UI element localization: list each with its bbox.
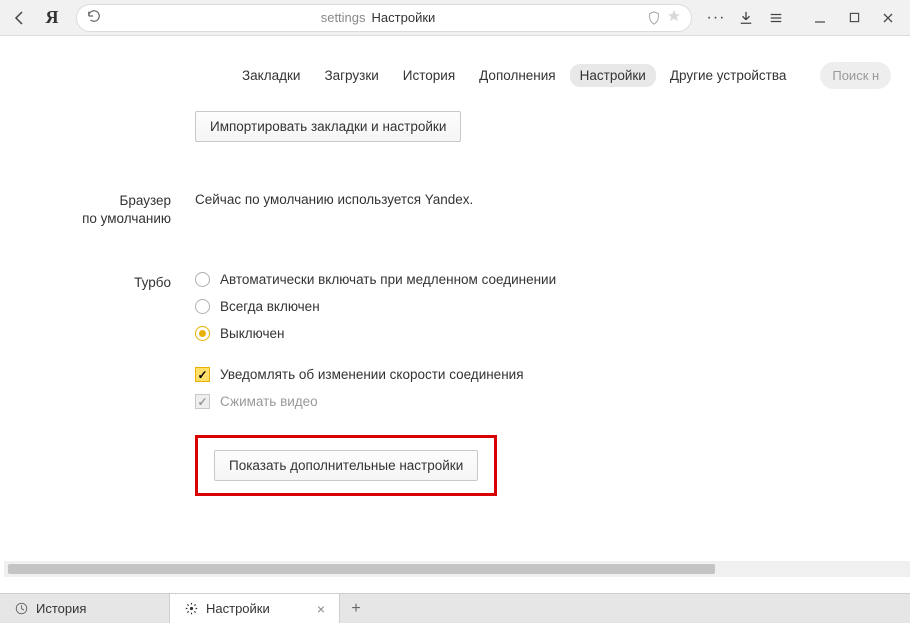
nav-item-0[interactable]: Закладки — [232, 64, 310, 87]
nav-item-1[interactable]: Загрузки — [314, 64, 388, 87]
nav-item-5[interactable]: Другие устройства — [660, 64, 797, 87]
window-close-button[interactable] — [872, 4, 904, 32]
radio-label: Автоматически включать при медленном сое… — [220, 272, 556, 287]
checkbox-label: Уведомлять об изменении скорости соедине… — [220, 367, 524, 382]
radio-icon — [195, 272, 210, 287]
tab-bar: История Настройки × + — [0, 593, 910, 623]
tab-close-icon[interactable]: × — [317, 601, 325, 617]
yandex-logo[interactable]: Я — [38, 4, 66, 32]
window-maximize-button[interactable] — [838, 4, 870, 32]
address-bar[interactable]: settings Настройки — [76, 4, 692, 32]
bookmark-star-icon[interactable] — [667, 9, 681, 26]
window-minimize-button[interactable] — [804, 4, 836, 32]
shield-icon[interactable] — [647, 11, 661, 25]
checkbox-icon: ✓ — [195, 367, 210, 382]
new-tab-button[interactable]: + — [340, 594, 372, 623]
turbo-notify-checkbox[interactable]: ✓ Уведомлять об изменении скорости соедин… — [195, 361, 910, 388]
scrollbar-thumb[interactable] — [8, 564, 715, 574]
tab-label: История — [36, 601, 86, 616]
tab-label: Настройки — [206, 601, 270, 616]
turbo-option-2[interactable]: Выключен — [195, 320, 910, 347]
horizontal-scrollbar[interactable] — [4, 561, 910, 577]
import-bookmarks-button[interactable]: Импортировать закладки и настройки — [195, 111, 461, 142]
turbo-option-0[interactable]: Автоматически включать при медленном сое… — [195, 266, 910, 293]
settings-nav: ЗакладкиЗагрузкиИсторияДополненияНастрой… — [0, 36, 910, 103]
tab-1[interactable]: Настройки × — [170, 594, 340, 623]
tab-0[interactable]: История — [0, 594, 170, 623]
turbo-label: Турбо — [0, 266, 195, 496]
radio-label: Выключен — [220, 326, 284, 341]
browser-toolbar: Я settings Настройки ··· — [0, 0, 910, 36]
radio-icon — [195, 299, 210, 314]
turbo-option-1[interactable]: Всегда включен — [195, 293, 910, 320]
highlight-annotation: Показать дополнительные настройки — [195, 435, 497, 496]
show-advanced-button[interactable]: Показать дополнительные настройки — [214, 450, 478, 481]
menu-icon[interactable] — [762, 4, 790, 32]
checkbox-icon: ✓ — [195, 394, 210, 409]
default-browser-text: Сейчас по умолчанию используется Yandex. — [195, 192, 473, 207]
downloads-icon[interactable] — [732, 4, 760, 32]
nav-item-4[interactable]: Настройки — [570, 64, 656, 87]
radio-icon — [195, 326, 210, 341]
more-icon[interactable]: ··· — [702, 4, 730, 32]
checkbox-label: Сжимать видео — [220, 394, 318, 409]
nav-item-2[interactable]: История — [393, 64, 465, 87]
turbo-compress-checkbox: ✓ Сжимать видео — [195, 388, 910, 415]
settings-search-input[interactable]: Поиск н — [820, 62, 891, 89]
back-button[interactable] — [6, 4, 34, 32]
history-icon — [14, 602, 28, 616]
default-browser-label: Браузер по умолчанию — [0, 184, 195, 228]
gear-icon — [184, 602, 198, 616]
settings-page: ЗакладкиЗагрузкиИсторияДополненияНастрой… — [0, 36, 910, 577]
url-key: settings — [321, 10, 366, 25]
radio-label: Всегда включен — [220, 299, 320, 314]
reload-icon[interactable] — [87, 9, 101, 26]
nav-item-3[interactable]: Дополнения — [469, 64, 565, 87]
url-title: Настройки — [372, 10, 436, 25]
